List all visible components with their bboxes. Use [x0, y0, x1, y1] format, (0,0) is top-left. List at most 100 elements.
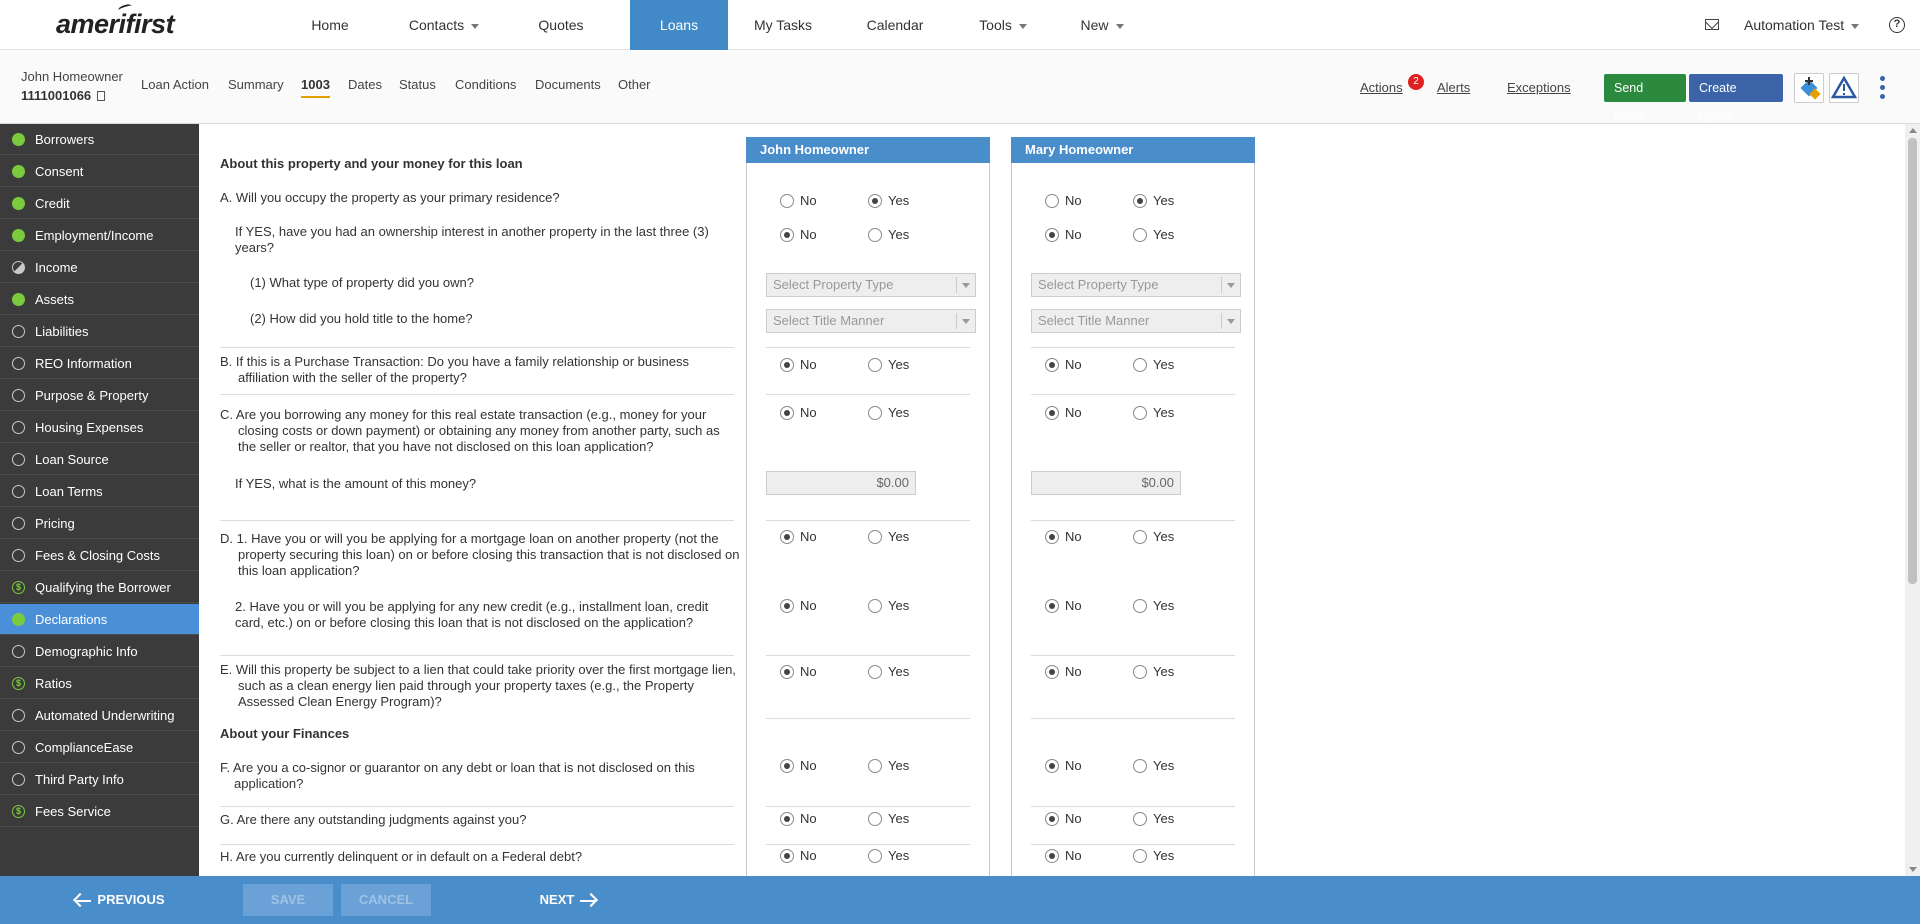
- radio-no[interactable]: No: [780, 357, 817, 372]
- radio-no[interactable]: No: [780, 405, 817, 420]
- sidebar-item[interactable]: Assets: [0, 284, 199, 315]
- tab-loan-action[interactable]: Loan Action: [141, 77, 209, 92]
- radio-yes[interactable]: Yes: [868, 227, 909, 242]
- radio-no[interactable]: No: [1045, 664, 1082, 679]
- scroll-up-icon[interactable]: [1909, 128, 1917, 133]
- radio-yes[interactable]: Yes: [1133, 664, 1174, 679]
- radio-yes[interactable]: Yes: [868, 758, 909, 773]
- sidebar-item[interactable]: Income: [0, 252, 199, 283]
- sidebar-item[interactable]: Housing Expenses: [0, 412, 199, 443]
- sidebar-item[interactable]: ComplianceEase: [0, 732, 199, 763]
- sidebar-item[interactable]: Employment/Income: [0, 220, 199, 251]
- save-button[interactable]: SAVE: [243, 884, 333, 916]
- money-amount-input[interactable]: $0.00: [1031, 471, 1181, 495]
- radio-no[interactable]: No: [780, 529, 817, 544]
- radio-yes[interactable]: Yes: [868, 193, 909, 208]
- radio-no[interactable]: No: [1045, 811, 1082, 826]
- radio-yes[interactable]: Yes: [1133, 405, 1174, 420]
- sidebar-item[interactable]: Loan Terms: [0, 476, 199, 507]
- radio-yes[interactable]: Yes: [868, 598, 909, 613]
- radio-yes[interactable]: Yes: [1133, 193, 1174, 208]
- user-menu[interactable]: Automation Test: [1744, 0, 1860, 50]
- radio-no[interactable]: No: [780, 664, 817, 679]
- vertical-scrollbar[interactable]: [1905, 124, 1920, 876]
- more-options-icon[interactable]: [1876, 73, 1888, 103]
- sidebar-item[interactable]: Credit: [0, 188, 199, 219]
- scrollbar-thumb[interactable]: [1908, 138, 1917, 584]
- sidebar-item[interactable]: Demographic Info: [0, 636, 199, 667]
- radio-yes[interactable]: Yes: [868, 405, 909, 420]
- scroll-down-icon[interactable]: [1909, 867, 1917, 872]
- property-type-select[interactable]: Select Property Type: [1031, 273, 1241, 297]
- sidebar-item[interactable]: Purpose & Property: [0, 380, 199, 411]
- nav-contacts[interactable]: Contacts: [378, 0, 510, 50]
- tab-documents[interactable]: Documents: [535, 77, 601, 92]
- sidebar-item[interactable]: Declarations: [0, 604, 199, 635]
- radio-no[interactable]: No: [780, 758, 817, 773]
- radio-no[interactable]: No: [780, 193, 817, 208]
- nav-new[interactable]: New: [1054, 0, 1150, 50]
- radio-yes[interactable]: Yes: [868, 529, 909, 544]
- tab-dates[interactable]: Dates: [348, 77, 382, 92]
- nav-calendar[interactable]: Calendar: [838, 0, 952, 50]
- radio-yes[interactable]: Yes: [1133, 848, 1174, 863]
- nav-tools[interactable]: Tools: [952, 0, 1054, 50]
- sidebar-item[interactable]: Automated Underwriting: [0, 700, 199, 731]
- radio-yes[interactable]: Yes: [1133, 811, 1174, 826]
- radio-no[interactable]: No: [1045, 848, 1082, 863]
- radio-yes[interactable]: Yes: [1133, 529, 1174, 544]
- exceptions-link[interactable]: Exceptions: [1507, 80, 1571, 95]
- sidebar-item[interactable]: Pricing: [0, 508, 199, 539]
- title-manner-select[interactable]: Select Title Manner: [766, 309, 976, 333]
- diamond-plus-icon[interactable]: [1794, 73, 1824, 103]
- radio-yes[interactable]: Yes: [868, 664, 909, 679]
- sidebar-item[interactable]: Borrowers: [0, 124, 199, 155]
- radio-no[interactable]: No: [1045, 193, 1082, 208]
- money-amount-input[interactable]: $0.00: [766, 471, 916, 495]
- actions-link[interactable]: Actions: [1360, 80, 1403, 95]
- tab-summary[interactable]: Summary: [228, 77, 284, 92]
- nav-quotes[interactable]: Quotes: [510, 0, 612, 50]
- radio-no[interactable]: No: [1045, 357, 1082, 372]
- tab-conditions[interactable]: Conditions: [455, 77, 516, 92]
- radio-yes[interactable]: Yes: [1133, 598, 1174, 613]
- sidebar-item[interactable]: Liabilities: [0, 316, 199, 347]
- previous-button[interactable]: PREVIOUS: [70, 884, 170, 916]
- radio-no[interactable]: No: [780, 598, 817, 613]
- radio-no[interactable]: No: [780, 811, 817, 826]
- sidebar-item[interactable]: Loan Source: [0, 444, 199, 475]
- radio-no[interactable]: No: [1045, 758, 1082, 773]
- radio-yes[interactable]: Yes: [1133, 227, 1174, 242]
- radio-no[interactable]: No: [1045, 598, 1082, 613]
- tab-other[interactable]: Other: [618, 77, 651, 92]
- warning-icon[interactable]: [1829, 73, 1859, 103]
- mail-icon[interactable]: [1705, 19, 1719, 30]
- nav-loans[interactable]: Loans: [630, 0, 728, 50]
- nav-my-tasks[interactable]: My Tasks: [728, 0, 838, 50]
- next-button[interactable]: NEXT: [528, 884, 608, 916]
- create-quote-button[interactable]: Create Quote: [1689, 74, 1783, 123]
- help-icon[interactable]: ?: [1889, 17, 1905, 33]
- sidebar-item[interactable]: REO Information: [0, 348, 199, 379]
- sidebar-item[interactable]: Consent: [0, 156, 199, 187]
- radio-no[interactable]: No: [780, 848, 817, 863]
- nav-home[interactable]: Home: [282, 0, 378, 50]
- tab-status[interactable]: Status: [399, 77, 436, 92]
- radio-yes[interactable]: Yes: [1133, 758, 1174, 773]
- radio-yes[interactable]: Yes: [868, 357, 909, 372]
- title-manner-select[interactable]: Select Title Manner: [1031, 309, 1241, 333]
- sidebar-item[interactable]: $ Fees Service: [0, 796, 199, 827]
- radio-no[interactable]: No: [1045, 405, 1082, 420]
- sidebar-item[interactable]: Fees & Closing Costs: [0, 540, 199, 571]
- sidebar-item[interactable]: $ Qualifying the Borrower: [0, 572, 199, 603]
- sidebar-item[interactable]: $ Ratios: [0, 668, 199, 699]
- property-type-select[interactable]: Select Property Type: [766, 273, 976, 297]
- radio-no[interactable]: No: [1045, 529, 1082, 544]
- copy-icon[interactable]: [94, 91, 105, 106]
- alerts-link[interactable]: Alerts: [1437, 80, 1470, 95]
- sidebar-item[interactable]: Third Party Info: [0, 764, 199, 795]
- radio-yes[interactable]: Yes: [1133, 357, 1174, 372]
- radio-yes[interactable]: Yes: [868, 848, 909, 863]
- cancel-button[interactable]: CANCEL: [341, 884, 431, 916]
- radio-no[interactable]: No: [780, 227, 817, 242]
